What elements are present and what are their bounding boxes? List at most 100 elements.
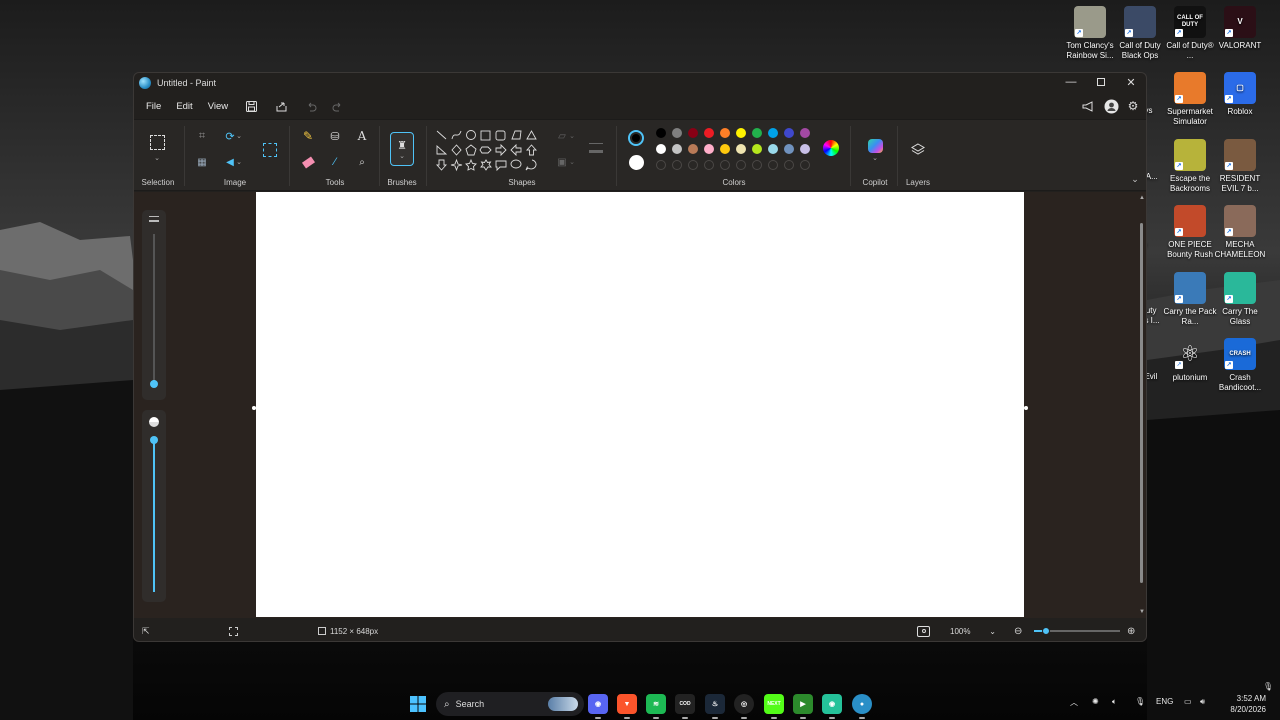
size-slider-track[interactable] xyxy=(153,234,155,384)
menu-view[interactable]: View xyxy=(205,99,231,114)
palette-swatch[interactable] xyxy=(800,128,810,138)
palette-swatch[interactable] xyxy=(736,128,746,138)
tray-brightness-button[interactable]: ✺ xyxy=(1092,697,1099,706)
canvas-resize-handle-right[interactable] xyxy=(1024,406,1028,410)
custom-color-slot[interactable] xyxy=(768,160,778,170)
desktop-icon[interactable]: ↗ Carry The Glass xyxy=(1213,272,1267,327)
palette-swatch[interactable] xyxy=(784,128,794,138)
opacity-slider-track[interactable] xyxy=(153,438,155,592)
palette-swatch[interactable] xyxy=(656,144,666,154)
zoom-out-button[interactable]: ⊖ xyxy=(1014,626,1022,637)
custom-color-slot[interactable] xyxy=(736,160,746,170)
minimize-button[interactable]: — xyxy=(1056,73,1086,91)
tray-network-button[interactable]: ▭ xyxy=(1184,697,1192,706)
menu-edit[interactable]: Edit xyxy=(173,99,195,114)
palette-swatch[interactable] xyxy=(800,144,810,154)
copilot-dropdown[interactable]: ⌄ xyxy=(865,152,885,164)
redo-button[interactable] xyxy=(329,98,345,114)
account-button[interactable] xyxy=(1103,98,1119,114)
feedback-button[interactable] xyxy=(1080,98,1096,114)
palette-swatch[interactable] xyxy=(672,144,682,154)
desktop-icon[interactable]: ↗ Escape the Backrooms xyxy=(1163,139,1217,194)
rotate-dropdown[interactable]: ⌄ xyxy=(234,126,244,146)
start-button[interactable] xyxy=(408,694,428,714)
fit-to-window-button[interactable] xyxy=(917,625,930,637)
taskbar-app-game[interactable]: ▶ xyxy=(793,694,813,719)
palette-swatch[interactable] xyxy=(656,128,666,138)
opacity-slider-thumb[interactable] xyxy=(150,436,158,444)
custom-color-slot[interactable] xyxy=(656,160,666,170)
palette-swatch[interactable] xyxy=(768,128,778,138)
image-remove-bg-button[interactable] xyxy=(260,140,280,160)
palette-swatch[interactable] xyxy=(752,128,762,138)
palette-swatch[interactable] xyxy=(688,144,698,154)
custom-color-slot[interactable] xyxy=(800,160,810,170)
color-picker-tool[interactable]: ⁄ xyxy=(325,152,345,172)
desktop-icon[interactable]: ↗ Call of Duty Black Ops xyxy=(1113,6,1167,61)
ribbon-collapse-button[interactable]: ⌄ xyxy=(1128,172,1142,186)
fill-dropdown[interactable]: ⌄ xyxy=(566,152,578,172)
desktop-icon[interactable]: ↗ Supermarket Simulator xyxy=(1163,72,1217,127)
desktop-icon[interactable]: ↗ Tom Clancy's Rainbow Si... xyxy=(1063,6,1117,61)
fill-tool[interactable]: ⛁ xyxy=(325,126,345,146)
maximize-button[interactable] xyxy=(1086,73,1116,91)
desktop-icon[interactable]: ⚛ ↗ plutonium xyxy=(1163,338,1217,383)
custom-color-slot[interactable] xyxy=(784,160,794,170)
custom-color-slot[interactable] xyxy=(688,160,698,170)
palette-swatch[interactable] xyxy=(720,144,730,154)
selection-dropdown[interactable]: ⌄ xyxy=(147,152,167,164)
undo-button[interactable] xyxy=(303,98,319,114)
primary-color-swatch[interactable] xyxy=(628,130,644,146)
taskbar-app-steam[interactable]: ♨ xyxy=(705,694,725,719)
custom-color-slot[interactable] xyxy=(752,160,762,170)
pencil-tool[interactable]: ✎ xyxy=(298,126,318,146)
text-tool[interactable]: A xyxy=(352,126,372,146)
custom-color-slot[interactable] xyxy=(720,160,730,170)
clock[interactable]: 3:52 AM 8/20/2026 xyxy=(1216,693,1266,715)
layers-button[interactable] xyxy=(908,140,928,160)
stroke-size-button[interactable] xyxy=(586,138,606,158)
crop-button[interactable]: ⌗ xyxy=(192,126,212,146)
edit-colors-button[interactable] xyxy=(821,138,841,158)
settings-button[interactable]: ⚙ xyxy=(1125,98,1141,114)
save-button[interactable] xyxy=(243,98,259,114)
eraser-tool[interactable] xyxy=(298,152,318,172)
palette-swatch[interactable] xyxy=(720,128,730,138)
language-indicator[interactable]: ENG xyxy=(1156,697,1173,706)
brushes-button[interactable]: ♜ ⌄ xyxy=(390,132,414,166)
desktop-icon[interactable]: CRASH ↗ Crash Bandicoot... xyxy=(1213,338,1267,393)
magnifier-tool[interactable]: ⌕ xyxy=(352,152,372,172)
tray-sound-button[interactable]: 🔈︎ xyxy=(1112,697,1117,707)
tray-volume-button[interactable]: 🔊︎ xyxy=(1200,697,1205,707)
palette-swatch[interactable] xyxy=(688,128,698,138)
zoom-slider[interactable] xyxy=(1034,627,1120,635)
palette-swatch[interactable] xyxy=(672,128,682,138)
shapes-gallery[interactable] xyxy=(434,128,544,176)
desktop-icon[interactable]: ↗ RESIDENT EVIL 7 b... xyxy=(1213,139,1267,194)
menu-file[interactable]: File xyxy=(143,99,164,114)
custom-color-slot[interactable] xyxy=(672,160,682,170)
palette-swatch[interactable] xyxy=(704,128,714,138)
taskbar-app-paint[interactable]: ● xyxy=(852,694,872,719)
selection-button[interactable] xyxy=(147,132,167,152)
desktop-icon[interactable]: ↗ Carry the Pack Ra... xyxy=(1163,272,1217,327)
taskbar-search[interactable]: ⌕ Search xyxy=(436,692,584,716)
title-bar[interactable]: Untitled - Paint — ✕ xyxy=(134,73,1146,93)
taskbar-app-brave[interactable]: ▼ xyxy=(617,694,637,719)
taskbar-app-call-of-duty[interactable]: COD xyxy=(675,694,695,719)
zoom-dropdown[interactable]: 100% ⌄ xyxy=(944,623,1002,639)
canvas-resize-handle-left[interactable] xyxy=(252,406,256,410)
palette-swatch[interactable] xyxy=(768,144,778,154)
desktop-icon[interactable]: ↗ MECHA CHAMELEON xyxy=(1213,205,1267,260)
taskbar-app-discord[interactable]: ◉ xyxy=(588,694,608,719)
palette-swatch[interactable] xyxy=(736,144,746,154)
desktop-icon[interactable]: ▢ ↗ Roblox xyxy=(1213,72,1267,117)
secondary-color-swatch[interactable] xyxy=(629,155,644,170)
scroll-thumb[interactable] xyxy=(1140,223,1143,583)
zoom-in-button[interactable]: ⊕ xyxy=(1127,626,1135,637)
tray-mic-button[interactable]: 🎙︎ xyxy=(1135,697,1145,706)
size-slider-thumb[interactable] xyxy=(150,380,158,388)
taskbar-app-kick[interactable]: NEXT xyxy=(764,694,784,719)
desktop-icon[interactable]: CALL OF DUTY ↗ Call of Duty® ... xyxy=(1163,6,1217,61)
close-button[interactable]: ✕ xyxy=(1116,73,1146,91)
